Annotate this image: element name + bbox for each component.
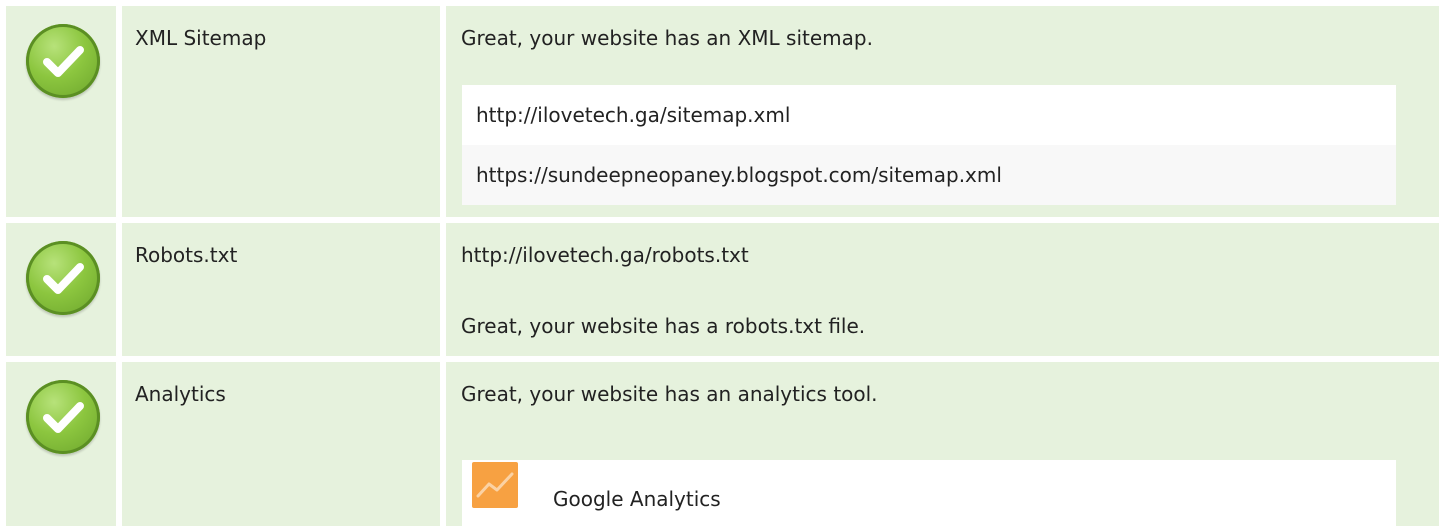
analytics-chart-icon xyxy=(472,462,518,508)
row-robots-txt: Robots.txt http://ilovetech.ga/robots.tx… xyxy=(0,223,1445,356)
status-cell xyxy=(6,362,116,526)
check-icon xyxy=(26,380,100,454)
check-icon xyxy=(26,24,100,98)
sitemap-url: http://ilovetech.ga/sitemap.xml xyxy=(462,85,1396,145)
check-content: Great, your website has an analytics too… xyxy=(446,362,1439,530)
check-label: XML Sitemap xyxy=(122,6,440,217)
status-cell xyxy=(6,223,116,356)
check-content: Great, your website has an XML sitemap. … xyxy=(446,6,1439,217)
analytics-tool-name: Google Analytics xyxy=(553,487,721,511)
summary-text: Great, your website has a robots.txt fil… xyxy=(461,314,866,338)
sitemap-list: http://ilovetech.ga/sitemap.xml https://… xyxy=(462,85,1396,205)
row-xml-sitemap: XML Sitemap Great, your website has an X… xyxy=(0,6,1445,217)
robots-url: http://ilovetech.ga/robots.txt xyxy=(461,243,749,267)
summary-text: Great, your website has an XML sitemap. xyxy=(461,26,873,50)
summary-text: Great, your website has an analytics too… xyxy=(461,382,878,406)
check-icon xyxy=(26,241,100,315)
analytics-tool-item: Google Analytics xyxy=(462,460,1396,530)
check-label: Robots.txt xyxy=(122,223,440,356)
row-analytics: Analytics Great, your website has an ana… xyxy=(0,362,1445,530)
check-label: Analytics xyxy=(122,362,440,526)
sitemap-url: https://sundeepneopaney.blogspot.com/sit… xyxy=(462,145,1396,205)
check-content: http://ilovetech.ga/robots.txt Great, yo… xyxy=(446,223,1439,356)
status-cell xyxy=(6,6,116,217)
